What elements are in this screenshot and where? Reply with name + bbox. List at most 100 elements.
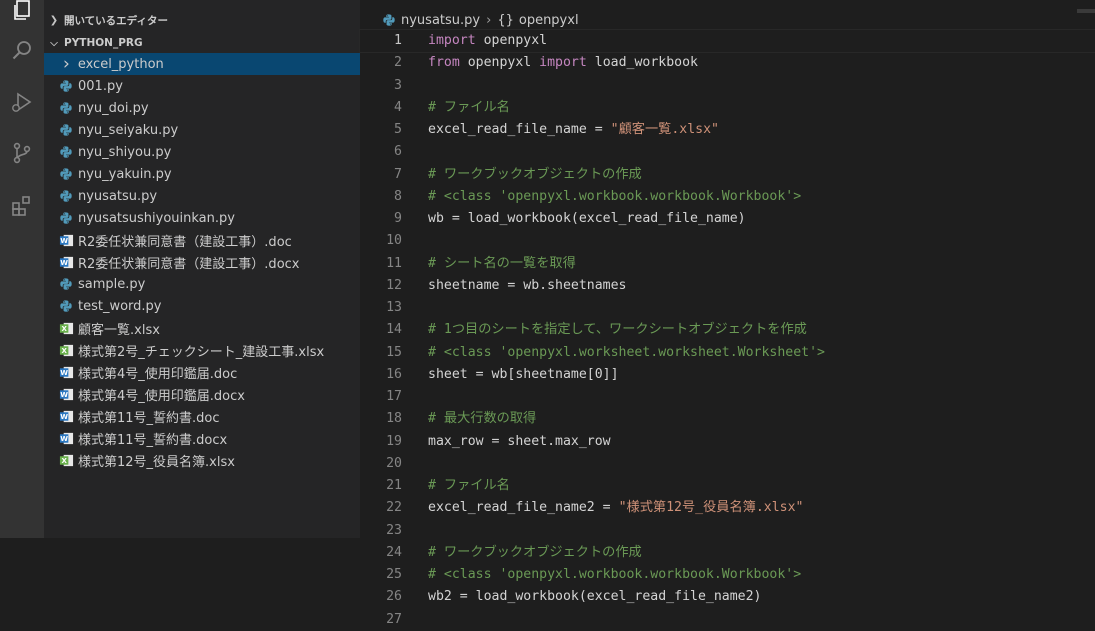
code-line[interactable]: 10 (360, 230, 1095, 252)
code-line[interactable]: 26 wb2 = load_workbook(excel_read_file_na… (360, 586, 1095, 608)
code-line[interactable]: 6 (360, 141, 1095, 163)
file-tree: › excel_python 001.py nyu_doi.py nyu_seiyaku… (44, 53, 360, 471)
code-line[interactable]: 19 max_row = sheet.max_row (360, 431, 1095, 453)
file-item[interactable]: nyu_yakuin.py (44, 163, 360, 185)
code-line[interactable]: 23 (360, 520, 1095, 542)
source-control-icon[interactable] (0, 131, 44, 175)
python-file-icon (58, 298, 74, 314)
file-item[interactable]: 001.py (44, 75, 360, 97)
file-item[interactable]: test_word.py (44, 295, 360, 317)
python-file-icon (58, 78, 74, 94)
python-file-icon (58, 144, 74, 160)
explorer-sidebar: ❯ 開いているエディター ⌵ PYTHON_PRG › excel_python 0… (44, 0, 360, 538)
file-item[interactable]: X 顧客一覧.xlsx (44, 317, 360, 339)
code-line[interactable]: 7 # ワークブックオブジェクトの作成 (360, 164, 1095, 186)
line-number: 13 (386, 300, 402, 315)
code-line[interactable]: 21 # ファイル名 (360, 475, 1095, 497)
tree-item-label: sample.py (78, 276, 146, 292)
code-token: # ファイル名 (428, 478, 510, 493)
code-line[interactable]: 25 # <class 'openpyxl.workbook.workbook.W… (360, 564, 1095, 586)
editor: nyusatsu.py › {} openpyxl 1 import openpy… (359, 0, 1095, 627)
file-item[interactable]: nyu_shiyou.py (44, 141, 360, 163)
code-line[interactable]: 22 excel_read_file_name2 = "様式第12号_役員名簿.x… (360, 497, 1095, 519)
svg-text:W: W (60, 258, 68, 267)
code-line[interactable]: 17 (360, 386, 1095, 408)
code-token: # <class 'openpyxl.workbook.workbook.Wor… (428, 188, 802, 204)
code-line[interactable]: 14 # 1つ目のシートを指定して、ワークシートオブジェクトを作成 (360, 319, 1095, 341)
code-token: openpyxl (475, 33, 548, 48)
code-text: wb2 = load_workbook(excel_read_file_name… (428, 586, 761, 608)
file-item[interactable]: nyusatsu.py (44, 185, 360, 207)
code-line[interactable]: 12 sheetname = wb.sheetnames (360, 275, 1095, 297)
file-item[interactable]: nyu_doi.py (44, 97, 360, 119)
open-editors-header[interactable]: ❯ 開いているエディター (44, 9, 360, 31)
code-text: from openpyxl import load_workbook (428, 52, 698, 74)
file-item[interactable]: X 様式第2号_チェックシート_建設工事.xlsx (44, 339, 360, 361)
file-item[interactable]: W 様式第4号_使用印鑑届.doc (44, 361, 360, 383)
code-line[interactable]: 1 import openpyxl (359, 28, 1095, 54)
code-text: # 最大行数の取得 (428, 408, 536, 430)
activity-bar (0, 0, 44, 538)
code-line[interactable]: 18 # 最大行数の取得 (360, 408, 1095, 430)
code-line[interactable]: 5 excel_read_file_name = "顧客一覧.xlsx" (360, 119, 1095, 141)
run-debug-icon[interactable] (0, 80, 44, 124)
line-number: 21 (386, 478, 402, 493)
file-item[interactable]: W R2委任状兼同意書（建設工事）.doc (44, 229, 360, 251)
file-item[interactable]: nyusatsushiyouinkan.py (44, 207, 360, 229)
chevron-right-icon: › (486, 12, 492, 28)
code-line[interactable]: 16 sheet = wb[sheetname[0]] (360, 364, 1095, 386)
code-line[interactable]: 27 (360, 609, 1095, 631)
word-file-icon: W (58, 408, 74, 424)
svg-text:W: W (60, 390, 68, 399)
file-item[interactable]: W 様式第4号_使用印鑑届.docx (44, 383, 360, 405)
code-line[interactable]: 2 from openpyxl import load_workbook (360, 52, 1095, 74)
code-token: excel_read_file_name = (428, 122, 611, 137)
tree-item-label: 001.py (78, 78, 123, 94)
code-line[interactable]: 11 # シート名の一覧を取得 (360, 253, 1095, 275)
file-item[interactable]: W 様式第11号_誓約書.doc (44, 405, 360, 427)
line-number: 3 (394, 77, 402, 93)
code-line[interactable]: 8 # <class 'openpyxl.workbook.workbook.Wo… (360, 186, 1095, 208)
line-number: 8 (394, 188, 402, 204)
breadcrumb-symbol[interactable]: openpyxl (519, 13, 579, 28)
code-text: max_row = sheet.max_row (428, 431, 611, 453)
code-text: # <class 'openpyxl.workbook.workbook.Wor… (428, 186, 801, 208)
breadcrumb-file[interactable]: nyusatsu.py (401, 13, 480, 28)
code-line[interactable]: 13 (360, 297, 1095, 319)
file-item[interactable]: W 様式第11号_誓約書.docx (44, 427, 360, 449)
code-line[interactable]: 24 # ワークブックオブジェクトの作成 (360, 542, 1095, 564)
tree-item-label: 様式第11号_誓約書.docx (78, 432, 228, 448)
code-token: import (539, 55, 587, 71)
code-line[interactable]: 15 # <class 'openpyxl.worksheet.worksheet… (360, 342, 1095, 364)
svg-text:X: X (61, 456, 67, 465)
python-file-icon (58, 166, 74, 182)
search-icon[interactable] (0, 28, 44, 72)
line-number: 22 (386, 500, 402, 516)
code-token: # <class 'openpyxl.worksheet.worksheet.W… (428, 344, 825, 360)
code-text: # <class 'openpyxl.worksheet.worksheet.W… (428, 342, 825, 364)
code-line[interactable]: 20 (360, 453, 1095, 475)
file-item[interactable]: sample.py (44, 273, 360, 295)
file-item[interactable]: nyu_seiyaku.py (44, 119, 360, 141)
scroll-shadow (1077, 9, 1095, 13)
code-line[interactable]: 3 (360, 75, 1095, 97)
chevron-right-icon: ❯ (49, 14, 59, 26)
folder-item[interactable]: › excel_python (44, 53, 360, 75)
project-header[interactable]: ⌵ PYTHON_PRG (44, 32, 360, 54)
code-token: load_workbook (586, 55, 698, 71)
tree-item-label: R2委任状兼同意書（建設工事）.doc (78, 234, 292, 250)
line-number: 25 (386, 567, 402, 582)
code-token: # 1つ目のシートを指定して、ワークシートオブジェクトを作成 (428, 322, 807, 338)
code-line[interactable]: 9 wb = load_workbook(excel_read_file_name… (360, 208, 1095, 230)
word-file-icon: W (58, 430, 74, 446)
code-text: # ファイル名 (428, 97, 510, 119)
extensions-icon[interactable] (0, 184, 44, 228)
word-file-icon: W (58, 254, 74, 270)
file-item[interactable]: X 様式第12号_役員名簿.xlsx (44, 449, 360, 471)
word-file-icon: W (58, 386, 74, 402)
code-area[interactable]: 1 import openpyxl 2 from openpyxl import lo… (359, 28, 1095, 631)
code-line[interactable]: 4 # ファイル名 (360, 97, 1095, 119)
excel-file-icon: X (58, 320, 74, 336)
line-number: 11 (386, 255, 402, 271)
file-item[interactable]: W R2委任状兼同意書（建設工事）.docx (44, 251, 360, 273)
